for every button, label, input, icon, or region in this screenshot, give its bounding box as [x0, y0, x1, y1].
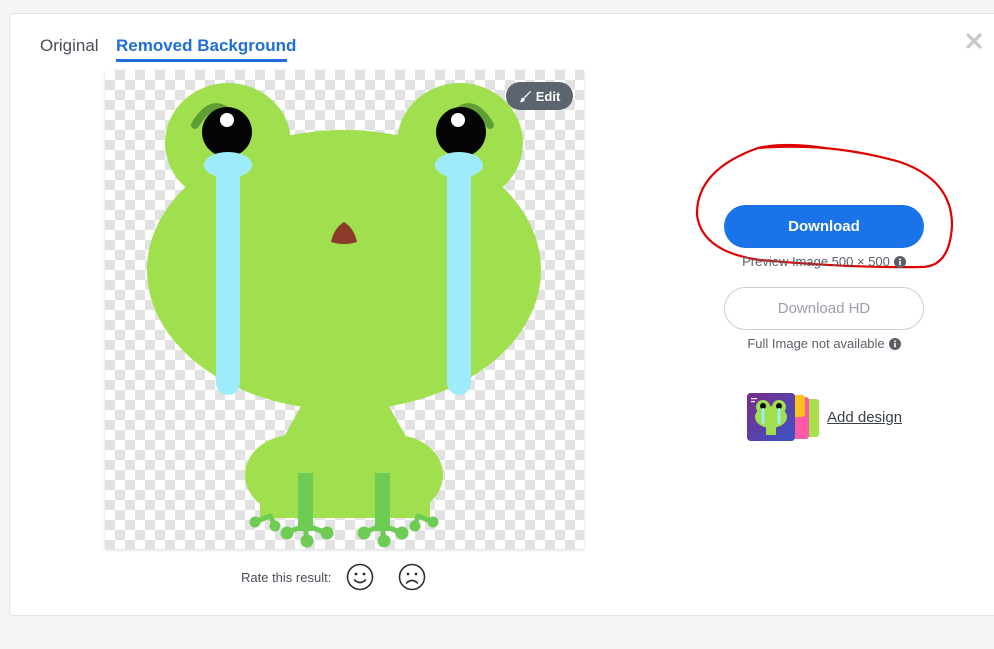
rating-bar: Rate this result: [241, 563, 449, 591]
close-icon[interactable] [964, 31, 984, 51]
frog-image [147, 83, 541, 548]
full-image-note: Full Image not available [724, 336, 924, 351]
image-preview [105, 70, 584, 549]
download-button[interactable]: Download [724, 205, 924, 248]
design-thumbnails [747, 393, 821, 441]
preview-size-text: Preview Image 500 × 500 [742, 254, 890, 269]
info-icon[interactable] [893, 255, 906, 268]
rating-label: Rate this result: [241, 569, 332, 585]
brush-icon [519, 90, 532, 103]
edit-label: Edit [535, 88, 561, 104]
download-hd-button[interactable]: Download HD [724, 287, 924, 330]
tab-original[interactable]: Original [40, 36, 99, 56]
tab-removed-background[interactable]: Removed Background [116, 36, 296, 56]
active-tab-indicator [116, 59, 287, 62]
smile-icon[interactable] [345, 562, 375, 592]
info-icon[interactable] [888, 337, 901, 350]
edit-button[interactable]: Edit [506, 82, 573, 110]
add-design-label[interactable]: Add design [827, 409, 902, 426]
frown-icon[interactable] [397, 562, 427, 592]
full-image-text: Full Image not available [747, 336, 885, 351]
add-design-link[interactable]: Add design [747, 393, 902, 441]
preview-size-note: Preview Image 500 × 500 [724, 254, 924, 269]
